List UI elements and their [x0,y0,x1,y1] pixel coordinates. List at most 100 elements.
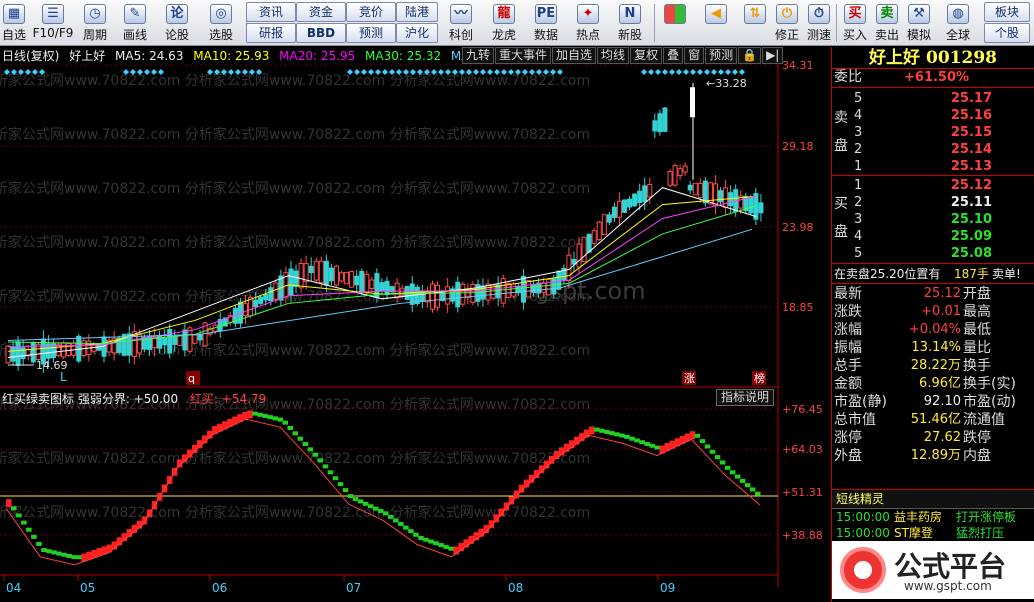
tb-forecast[interactable]: 预测 [346,23,396,43]
tb-funds[interactable]: 资金 [296,2,346,22]
tb-ipo[interactable]: N 新股 [610,1,650,45]
color-grid-icon [664,4,686,24]
tb-sell[interactable]: 卖卖出 [872,1,902,45]
indicator-bar [709,449,716,454]
shortline-time: 15:00:00 [836,510,890,524]
tb-reports[interactable]: 研报 [246,23,296,43]
tb-global[interactable]: ◍ 全球 [938,1,978,45]
month-label: 07 [346,581,361,595]
buy-row[interactable]: 4 25.09 [832,228,1034,245]
tb-sell-label: 卖出 [874,28,899,42]
tb-forum[interactable]: 论论股 [160,1,194,45]
kline-chart-svg[interactable]: 分析家公式网www.70822.com 分析家公式网www.70822.com … [0,47,830,602]
sell-row[interactable]: 4 25.16 [832,107,1034,124]
buy-row[interactable]: 5 25.08 [832,245,1034,262]
buy-row[interactable]: 2 25.11 [832,194,1034,211]
sell-row[interactable]: 1 25.13 [832,158,1034,175]
candle-body [596,221,602,241]
price-axis-label: 23.98 [782,221,814,234]
tb-sector[interactable]: 板块 [984,2,1030,22]
candle-body [637,190,643,204]
tb-updown[interactable]: ⇅ [742,1,768,45]
shortline-item[interactable]: 15:00:00 益丰药房 打开涨停板 [832,509,1034,525]
indicator-bar [393,518,399,523]
buy-row[interactable]: 3 25.10 [832,211,1034,228]
btn-major-events[interactable]: 重大事件 [495,47,552,64]
tb-favorites[interactable]: ▦ 自选 [0,1,28,45]
candle-body [510,283,516,297]
btn-overlay[interactable]: 叠 [663,47,684,64]
candle-body [718,190,724,203]
toolbar-divider [836,4,837,42]
tb-star[interactable]: 〰科创 [442,1,480,45]
indicator-bar [654,445,660,450]
candle-body [652,120,658,132]
quote-row: 最新 25.12 开盘 [832,285,1034,303]
indicator-bar [86,551,92,560]
tb-hk[interactable]: 陆港 [396,2,438,22]
tb-draw[interactable]: ✎ 画线 [118,1,152,45]
tb-screener[interactable]: ◎ 选股 [200,1,242,45]
tb-stock[interactable]: 个股 [984,23,1030,43]
btn-ma[interactable]: 均线 [597,47,630,64]
tb-auction[interactable]: 竞价 [346,2,396,22]
tb-f10[interactable]: ☰ F10/F9 [30,1,76,45]
candle-body [172,336,178,345]
buy-row[interactable]: 1 25.12 [832,177,1034,194]
sell-icon: 卖 [876,4,898,24]
btn-add-favorite[interactable]: 加自选 [552,47,597,64]
quote-key: 金额 [834,376,862,392]
indicator-bar [624,434,630,439]
tb-news[interactable]: 资讯 [246,2,296,22]
tb-fix[interactable]: ⏻ 修正 [772,1,802,45]
btn-nine-turn[interactable]: 九转 [462,47,495,64]
tb-shchem[interactable]: 沪化 [396,23,438,43]
spike-body [690,87,695,118]
trade-note: 在卖盘25.20位置有 [834,267,941,281]
sell-level: 1 [854,159,863,174]
indicator-axis-label: +38.88 [782,529,823,542]
btn-adjust[interactable]: 复权 [630,47,663,64]
tb-dragon[interactable]: 龍龙虎 [484,1,524,45]
month-label: 05 [80,581,95,595]
btn-forecast[interactable]: 预测 [705,47,738,64]
month-label: 09 [660,581,675,595]
indicator-bar [428,539,434,544]
tb-sim-label: 模拟 [906,28,931,42]
quote-value: 27.62 [923,430,961,445]
tb-back[interactable]: ◀ [700,1,732,45]
candle-body [657,113,663,133]
btn-window[interactable]: 窗 [684,47,705,64]
sell-row[interactable]: 3 25.15 [832,124,1034,141]
expand-icon[interactable]: ▶| [762,47,784,64]
quote-value: +0.01 [921,304,961,319]
candle-body [263,294,269,301]
tb-buy[interactable]: 买买入 [840,1,870,45]
indicator-axis-label: +51.31 [782,486,823,499]
candle-body [187,327,193,352]
marker-L: L [60,370,67,384]
shortline-title[interactable]: 短线精灵 [832,490,1034,509]
sell-row[interactable]: 2 25.14 [832,141,1034,158]
indicator-help-button[interactable]: 指标说明 [716,389,775,406]
tb-speed[interactable]: ⏱ 测速 [804,1,834,45]
quote-value: 51.46亿 [910,412,961,427]
shortline-item[interactable]: 15:00:00 ST摩登 猛烈打压 [832,525,1034,541]
ma20-label: MA20: 25.95 [279,49,356,63]
chart-area[interactable]: 分析家公式网www.70822.com 分析家公式网www.70822.com … [0,47,830,602]
candle-body [531,283,537,293]
indicator-bar [247,410,253,419]
sell-row[interactable]: 5 25.17 [832,90,1034,107]
tb-period[interactable]: ◷ 周期 [78,1,112,45]
tb-hot[interactable]: ✦ 热点 [568,1,608,45]
tb-bbd[interactable]: BBD [296,23,346,43]
chart-icon: 〰 [450,4,472,24]
candle-body [379,282,385,292]
candle-body [667,170,673,186]
indicator-bar [352,497,359,502]
candle-body [308,265,314,274]
tb-layout[interactable] [660,1,690,45]
tb-sim[interactable]: ⚒ 模拟 [904,1,934,45]
lock-icon[interactable]: 🔒 [738,47,762,64]
tb-data[interactable]: PE 数据 [526,1,566,45]
